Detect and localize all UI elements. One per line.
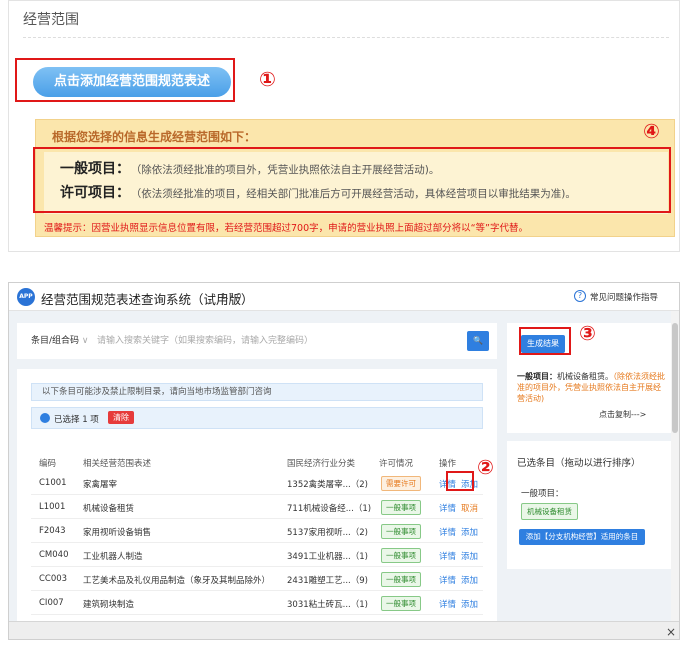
highlight-box-4 xyxy=(33,147,671,213)
license-badge: 一般事项 xyxy=(381,524,421,539)
row-name: 建筑砌块制造 xyxy=(83,600,135,610)
selected-items-title: 已选条目（拖动以进行排序） xyxy=(517,458,641,469)
business-scope-panel: 经营范围 点击添加经营范围规范表述 ① 根据您选择的信息生成经营范围如下： 一般… xyxy=(8,0,680,252)
warning-note: 温馨提示：因营业执照显示信息位置有限，若经营范围超过700字，申请的营业执照上面… xyxy=(44,223,528,234)
info-icon xyxy=(40,413,50,423)
selected-group-label: 一般项目： xyxy=(521,489,564,499)
row-industry: 711机械设备经...（1) xyxy=(287,504,372,514)
app-logo-icon: APP xyxy=(17,288,35,306)
row-industry: 1352禽类屠宰...（2) xyxy=(287,480,368,490)
col-license: 许可情况 xyxy=(379,459,414,469)
search-type-select[interactable]: 条目/组合码 ∨ xyxy=(31,333,89,346)
row-industry: 5137家用视听...（2) xyxy=(287,528,368,538)
cancel-link[interactable]: 取消 xyxy=(461,502,478,514)
highlight-box-1 xyxy=(15,58,235,102)
selection-bar: 已选择 1 项 清除 xyxy=(31,407,483,429)
app-window: APP 经营范围规范表述查询系统（试用版） 1.7.0 ? 常见问题 操作指导 … xyxy=(8,282,680,640)
panel-title: 经营范围 xyxy=(23,12,79,28)
license-badge: 一般事项 xyxy=(381,596,421,611)
close-icon[interactable]: × xyxy=(666,625,676,639)
row-name: 工业机器人制造 xyxy=(83,552,143,562)
step-marker-2: ② xyxy=(477,455,494,479)
result-value: 机械设备租赁。 xyxy=(557,372,613,381)
help-icon[interactable]: ? xyxy=(574,290,586,302)
table-row: CC003 工艺美术品及礼仪用品制造（象牙及其制品除外） 2431雕塑工艺...… xyxy=(31,567,483,591)
highlight-box-2 xyxy=(446,471,474,491)
chevron-down-icon: ∨ xyxy=(81,336,89,346)
scroll-thumb[interactable] xyxy=(672,323,678,433)
app-version: 1.7.0 xyxy=(221,292,242,301)
add-link[interactable]: 添加 xyxy=(461,574,478,586)
row-code: CC003 xyxy=(39,574,68,584)
search-bar: 条目/组合码 ∨ 请输入搜索关键字（如果搜索编码，请输入完整编码） 🔍 xyxy=(17,323,497,359)
detail-link[interactable]: 详情 xyxy=(439,502,456,514)
copy-link[interactable]: 点击复制---> xyxy=(599,409,646,420)
step-marker-3: ③ xyxy=(579,321,596,345)
add-link[interactable]: 添加 xyxy=(461,598,478,610)
step-marker-1: ① xyxy=(259,67,276,91)
row-industry: 3031粘土砖瓦...（1) xyxy=(287,600,368,610)
detail-link[interactable]: 详情 xyxy=(439,598,456,610)
clear-button[interactable]: 清除 xyxy=(108,411,134,424)
license-badge: 一般事项 xyxy=(381,548,421,563)
add-branch-button[interactable]: 添加【分支机构经营】适用的条目 xyxy=(519,529,645,545)
faq-link[interactable]: 常见问题 xyxy=(590,291,624,303)
table-row: CM040 工业机器人制造 3491工业机器...（1) 一般事项 详情 添加 xyxy=(31,543,483,567)
add-link[interactable]: 添加 xyxy=(461,526,478,538)
license-badge: 一般事项 xyxy=(381,572,421,587)
detail-link[interactable]: 详情 xyxy=(439,526,456,538)
row-industry: 2431雕塑工艺...（9) xyxy=(287,576,368,586)
bottom-bar: × xyxy=(9,621,679,639)
result-label: 一般项目： xyxy=(517,372,557,381)
generated-result: 一般项目：机械设备租赁。（除依法须经批准的项目外，凭营业执照依法自主开展经营活动… xyxy=(517,371,665,404)
row-code: L1001 xyxy=(39,502,66,512)
row-code: C1001 xyxy=(39,478,67,488)
row-name: 家禽屠宰 xyxy=(83,480,118,490)
col-industry: 国民经济行业分类 xyxy=(287,459,356,469)
result-heading: 根据您选择的信息生成经营范围如下： xyxy=(52,130,257,144)
row-name: 工艺美术品及礼仪用品制造（象牙及其制品除外） xyxy=(83,576,271,586)
selected-items-card: 已选条目（拖动以进行排序） 一般项目： 机械设备租赁 添加【分支机构经营】适用的… xyxy=(507,441,671,569)
table-row: L1001 机械设备租赁 711机械设备经...（1) 一般事项 详情 取消 xyxy=(31,495,483,519)
detail-link[interactable]: 详情 xyxy=(439,574,456,586)
col-name: 相关经营范围表述 xyxy=(83,459,152,469)
detail-link[interactable]: 详情 xyxy=(439,550,456,562)
license-badge: 需要许可 xyxy=(381,476,421,491)
search-icon: 🔍 xyxy=(473,336,483,345)
selected-chip[interactable]: 机械设备租赁 xyxy=(521,503,578,520)
col-code: 编码 xyxy=(39,459,57,469)
selected-count: 已选择 1 项 xyxy=(54,415,99,425)
search-type-label: 条目/组合码 xyxy=(31,336,80,346)
restriction-notice: 以下条目可能涉及禁止限制目录，请向当地市场监管部门咨询 xyxy=(31,383,483,401)
table-row: CI007 建筑砌块制造 3031粘土砖瓦...（1) 一般事项 详情 添加 xyxy=(31,591,483,615)
row-code: F2043 xyxy=(39,526,66,536)
col-action: 操作 xyxy=(439,459,457,469)
row-name: 机械设备租赁 xyxy=(83,504,135,514)
step-marker-4: ④ xyxy=(643,119,660,143)
search-input[interactable]: 请输入搜索关键字（如果搜索编码，请输入完整编码） xyxy=(97,333,313,346)
app-header: APP 经营范围规范表述查询系统（试用版） 1.7.0 ? 常见问题 操作指导 xyxy=(9,283,679,311)
scope-list-card: 以下条目可能涉及禁止限制目录，请向当地市场监管部门咨询 已选择 1 项 清除 编… xyxy=(17,369,497,639)
divider xyxy=(23,37,669,38)
license-badge: 一般事项 xyxy=(381,500,421,515)
row-code: CI007 xyxy=(39,598,64,608)
scrollbar[interactable] xyxy=(671,311,679,621)
highlight-box-3 xyxy=(519,327,571,355)
table-row: C1001 家禽屠宰 1352禽类屠宰...（2) 需要许可 详情 添加 xyxy=(31,471,483,495)
row-code: CM040 xyxy=(39,550,69,560)
guide-link[interactable]: 操作指导 xyxy=(624,291,658,303)
row-industry: 3491工业机器...（1) xyxy=(287,552,368,562)
search-button[interactable]: 🔍 xyxy=(467,331,489,351)
table-row: F2043 家用视听设备销售 5137家用视听...（2) 一般事项 详情 添加 xyxy=(31,519,483,543)
add-link[interactable]: 添加 xyxy=(461,550,478,562)
row-name: 家用视听设备销售 xyxy=(83,528,152,538)
